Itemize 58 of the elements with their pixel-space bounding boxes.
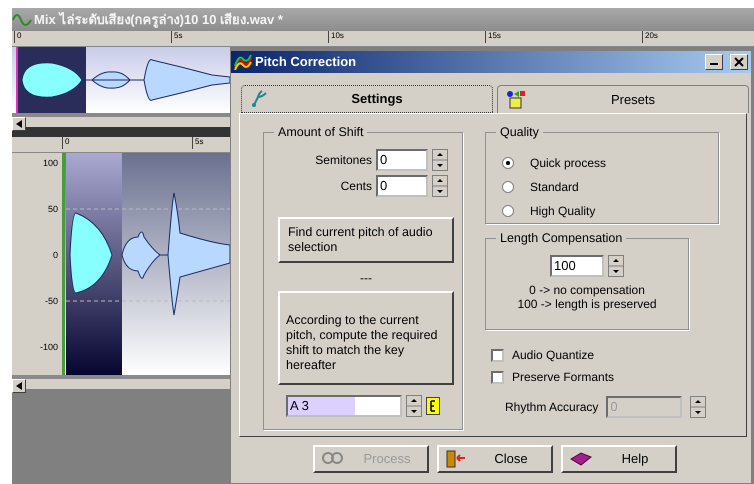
number-field[interactable]: 100 xyxy=(550,255,604,277)
minimize-button[interactable] xyxy=(705,54,723,70)
key-field[interactable]: A 3 xyxy=(286,395,402,417)
ruler-label: 5s xyxy=(192,137,204,149)
spin-buttons[interactable] xyxy=(608,255,624,277)
ruler-label: 0 xyxy=(62,137,70,149)
separator-text: --- xyxy=(360,271,372,285)
left-arrow-icon xyxy=(16,120,22,128)
axis-label: 50 xyxy=(48,204,58,214)
spin-buttons[interactable] xyxy=(432,175,448,197)
ruler-label: 5s xyxy=(171,31,182,43)
number-field[interactable]: 0 xyxy=(376,175,428,197)
field-label: Cents xyxy=(340,178,372,195)
waves-icon xyxy=(234,54,252,70)
radio-button[interactable] xyxy=(502,157,514,169)
axis-label: -50 xyxy=(44,296,58,306)
radio-label: High Quality xyxy=(530,203,596,220)
note-text: 0 -> no compensation xyxy=(528,283,646,297)
ruler-label: 10s xyxy=(328,31,344,43)
checkbox-label: Preserve Formants xyxy=(512,369,614,386)
wave-icon xyxy=(12,12,32,28)
close-button[interactable] xyxy=(730,54,748,70)
tab[interactable]: Presets xyxy=(497,85,749,113)
group-title: Quality xyxy=(496,124,543,140)
radio-label: Quick process xyxy=(530,155,606,172)
scroll-left-button[interactable] xyxy=(12,379,26,393)
checkbox-label: Audio Quantize xyxy=(512,347,594,364)
field-label: Semitones xyxy=(315,152,372,169)
spin-buttons[interactable] xyxy=(690,396,706,418)
radio-label: Standard xyxy=(530,179,579,196)
checkbox[interactable] xyxy=(491,370,504,384)
group-title: Length Compensation xyxy=(496,230,626,246)
find-pitch-button[interactable]: Find current pitch of audio selection xyxy=(278,217,454,263)
checkbox[interactable] xyxy=(491,348,504,362)
axis-label: -100 xyxy=(40,342,58,352)
compute-shift-button[interactable]: According to the current pitch, compute the required shift to match the key hereafter xyxy=(278,291,454,385)
axis-label: 100 xyxy=(42,158,58,168)
spin-buttons[interactable] xyxy=(432,149,448,171)
scroll-left-button[interactable] xyxy=(12,117,26,131)
ruler-label: 15s xyxy=(485,31,501,43)
ruler-label: 20s xyxy=(642,31,658,43)
spin-buttons[interactable] xyxy=(406,395,422,417)
dialog-button[interactable]: Close xyxy=(437,445,553,473)
number-field[interactable]: 0 xyxy=(376,149,428,171)
window-title: Mix ไล่ระดับเสียง(กครูล่าง)10 10 เสียง.wav * xyxy=(34,10,283,30)
radio-button[interactable] xyxy=(502,181,514,193)
dialog-button[interactable]: Help xyxy=(561,445,677,473)
radio-button[interactable] xyxy=(502,205,514,217)
field-label: Rhythm Accuracy xyxy=(505,399,598,416)
key-icon[interactable] xyxy=(426,397,440,415)
note-text: 100 -> length is preserved xyxy=(517,297,657,311)
dialog-title: Pitch Correction xyxy=(255,53,358,72)
tab[interactable]: Settings xyxy=(241,85,493,113)
box-icon xyxy=(506,90,526,110)
close-icon xyxy=(734,57,744,67)
axis-label: 0 xyxy=(52,250,58,260)
left-arrow-icon xyxy=(16,382,22,390)
ruler-label: 0 xyxy=(14,31,22,43)
